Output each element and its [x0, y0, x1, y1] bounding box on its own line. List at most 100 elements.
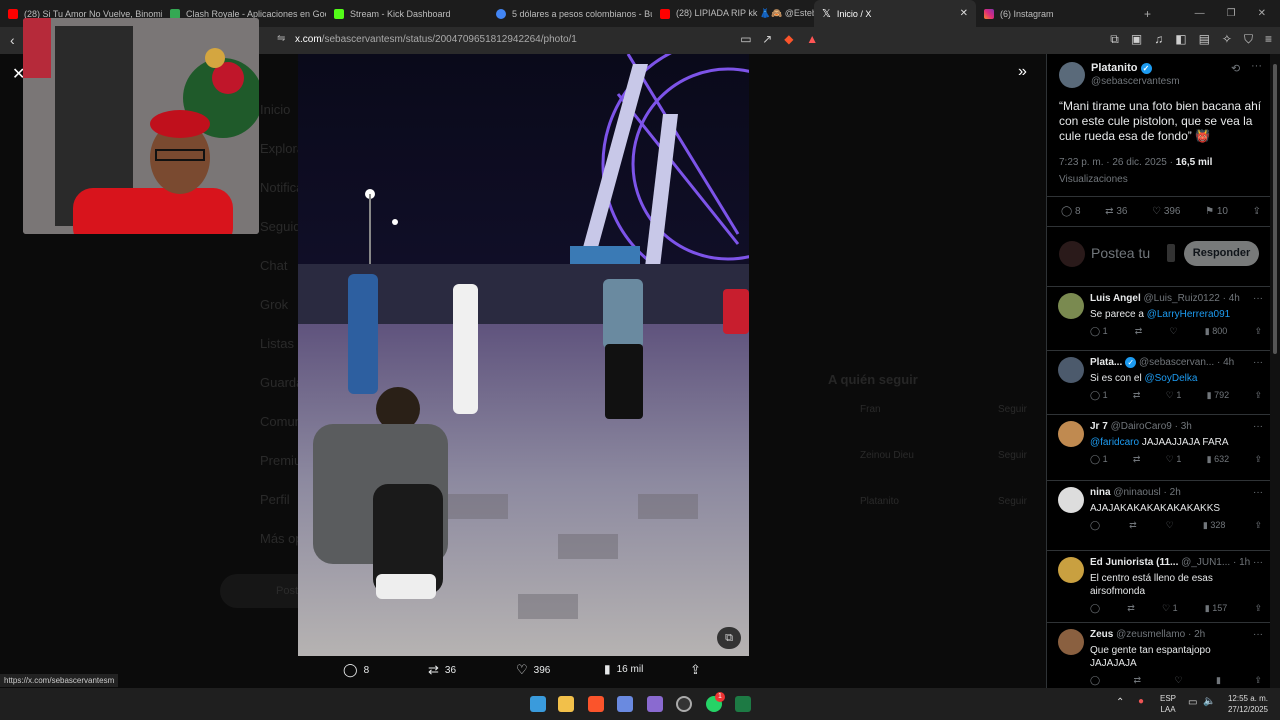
reply-author[interactable]: nina @ninaousl · 2h	[1090, 487, 1181, 498]
reply-input[interactable]: Postea tu	[1091, 245, 1150, 261]
post-like-action[interactable]: ♡ 396	[1152, 206, 1180, 217]
reply-icon[interactable]: ◯	[1090, 603, 1100, 614]
excel-icon[interactable]	[735, 696, 751, 712]
close-window-icon[interactable]: ✕	[1258, 8, 1266, 19]
reply-more-icon[interactable]: ···	[1253, 421, 1263, 432]
store-icon[interactable]	[617, 696, 633, 712]
tray-chevron-icon[interactable]: ⌃	[1116, 697, 1124, 708]
file-explorer-icon[interactable]	[558, 696, 574, 712]
reply-avatar[interactable]	[1058, 629, 1084, 655]
vpn-icon[interactable]: ⛉	[1244, 32, 1253, 47]
browser-tab[interactable]: 5 dólares a pesos colombianos - Bús	[488, 0, 652, 27]
post-time[interactable]: 7:23 p. m. · 26 dic. 2025 ·	[1059, 157, 1173, 168]
alt-text-button[interactable]: ⧉	[717, 627, 741, 649]
extensions-icon[interactable]: ⧉	[1110, 32, 1119, 47]
rewards-icon[interactable]: ▲	[806, 32, 818, 46]
post-repost-action[interactable]: ⇄ 36	[1105, 206, 1127, 217]
url-field[interactable]: x.com/sebascervantesm/status/20047096518…	[295, 34, 577, 45]
heart-icon[interactable]: ♡ 1	[1166, 454, 1182, 465]
reply-more-icon[interactable]: ···	[1253, 629, 1263, 640]
reply-more-icon[interactable]: ···	[1253, 293, 1263, 304]
browser-tab[interactable]: Stream - Kick Dashboard	[326, 0, 488, 27]
reply-item[interactable]: Luis Angel @Luis_Ruiz0122 · 4h ··· Se pare…	[1047, 286, 1270, 350]
browser-tab[interactable]: (6) Instagram	[976, 0, 1138, 27]
site-settings-icon[interactable]: ⇋	[277, 33, 285, 44]
reply-icon[interactable]: ◯ 1	[1090, 454, 1108, 465]
share-icon[interactable]: ⇪	[1254, 326, 1262, 337]
reply-author[interactable]: Jr 7 @DairoCaro9 · 3h	[1090, 421, 1192, 432]
heart-icon[interactable]: ♡	[1170, 326, 1178, 337]
media-icon[interactable]: ♫	[1154, 32, 1163, 47]
new-tab-button[interactable]: +	[1138, 7, 1157, 21]
mic-icon[interactable]: ●	[1138, 696, 1144, 707]
reply-more-icon[interactable]: ···	[1253, 487, 1263, 498]
reply-avatar[interactable]	[1058, 557, 1084, 583]
heart-icon[interactable]: ♡	[1175, 675, 1183, 686]
share-icon[interactable]: ⇪	[1254, 454, 1262, 465]
share-icon[interactable]: ⇪	[1254, 390, 1262, 401]
reply-avatar[interactable]	[1058, 357, 1084, 383]
maximize-icon[interactable]: ❐	[1227, 8, 1236, 19]
repost-icon[interactable]: ⇄	[1133, 390, 1141, 401]
browser-tab-active[interactable]: 𝕏 Inicio / X ✕	[814, 0, 976, 27]
obs-icon[interactable]	[676, 696, 692, 712]
brave-shield-icon[interactable]: ◆	[784, 32, 793, 46]
repost-icon[interactable]: ⇄	[1127, 603, 1135, 614]
reply-item[interactable]: Zeus @zeusmellamo · 2h ··· Que gente tan e…	[1047, 622, 1270, 688]
post-bookmark-action[interactable]: ⚑ 10	[1205, 206, 1228, 217]
post-reply-action[interactable]: ◯ 8	[1061, 206, 1081, 217]
close-tab-icon[interactable]: ✕	[960, 8, 968, 19]
game-icon[interactable]	[647, 696, 663, 712]
photo-share-action[interactable]: ⇪	[690, 662, 701, 678]
share-icon[interactable]: ↗	[762, 32, 772, 46]
repost-icon[interactable]: ⇄	[1129, 520, 1137, 531]
views-icon[interactable]: ▮ 792	[1207, 390, 1229, 401]
reply-item[interactable]: nina @ninaousl · 2h ··· AJAJAKAKAKAKAKAKAK…	[1047, 480, 1270, 550]
views-icon[interactable]: ▮	[1216, 675, 1221, 686]
views-icon[interactable]: ▮ 157	[1205, 603, 1227, 614]
share-icon[interactable]: ⇪	[1254, 675, 1262, 686]
brave-icon[interactable]	[588, 696, 604, 712]
language-indicator[interactable]: ESP LAA	[1160, 693, 1176, 715]
reply-author[interactable]: Zeus @zeusmellamo · 2h	[1090, 629, 1205, 640]
reply-avatar[interactable]	[1058, 487, 1084, 513]
reply-item[interactable]: Jr 7 @DairoCaro9 · 3h ··· @faridcaro JAJAA…	[1047, 414, 1270, 480]
heart-icon[interactable]: ♡	[1166, 520, 1174, 531]
mention-link[interactable]: @LarryHerrera091	[1147, 309, 1231, 320]
repost-icon[interactable]: ⇄	[1133, 454, 1141, 465]
mention-link[interactable]: @faridcaro	[1090, 437, 1139, 448]
browser-tab[interactable]: (28) LIPIADA RIP kk 👗🙈 @Esteban	[652, 0, 814, 27]
collapse-panel-icon[interactable]: »	[1018, 63, 1027, 81]
wallet-icon[interactable]: ▤	[1199, 32, 1210, 47]
views-icon[interactable]: ▮ 800	[1205, 326, 1227, 337]
reply-item[interactable]: Plata... ✓ @sebascervan... · 4h ··· Si es c…	[1047, 350, 1270, 414]
views-icon[interactable]: ▮ 632	[1207, 454, 1229, 465]
leo-icon[interactable]: ✧	[1222, 32, 1232, 47]
photo-reply-action[interactable]: ◯ 8	[343, 662, 369, 678]
repost-icon[interactable]: ⇄	[1134, 675, 1142, 686]
share-icon[interactable]: ⇪	[1254, 603, 1262, 614]
reply-more-icon[interactable]: ···	[1253, 557, 1263, 568]
share-icon[interactable]: ⇪	[1254, 520, 1262, 531]
reply-author[interactable]: Plata... ✓ @sebascervan... · 4h	[1090, 357, 1234, 368]
reply-icon[interactable]: ◯	[1090, 520, 1100, 531]
sidebar-icon[interactable]: ◧	[1175, 32, 1186, 47]
reply-item[interactable]: Ed Juniorista (11... @_JUN1... · 1h ··· El…	[1047, 550, 1270, 622]
photo-views-action[interactable]: ▮ 16 mil	[604, 662, 643, 676]
mention-link[interactable]: @SoyDelka	[1144, 373, 1197, 384]
reply-icon[interactable]: ◯ 1	[1090, 390, 1108, 401]
back-icon[interactable]: ‹	[10, 32, 15, 48]
minimize-icon[interactable]: —	[1195, 8, 1205, 19]
clock[interactable]: 12:55 a. m. 27/12/2025	[1228, 693, 1268, 715]
photo-like-action[interactable]: ♡ 396	[516, 662, 550, 678]
reply-author[interactable]: Luis Angel @Luis_Ruiz0122 · 4h	[1090, 293, 1240, 304]
reply-avatar[interactable]	[1058, 293, 1084, 319]
post-photo[interactable]	[298, 54, 749, 656]
volume-icon[interactable]: 🔈	[1203, 696, 1215, 707]
repost-icon[interactable]: ⇄	[1135, 326, 1143, 337]
reply-icon[interactable]: ◯ 1	[1090, 326, 1108, 337]
panel-scrollbar[interactable]	[1270, 54, 1280, 688]
post-share-action[interactable]: ⇪	[1253, 206, 1261, 217]
grok-icon[interactable]: ⟲	[1231, 62, 1240, 75]
author-name-row[interactable]: Platanito ✓	[1091, 62, 1152, 74]
